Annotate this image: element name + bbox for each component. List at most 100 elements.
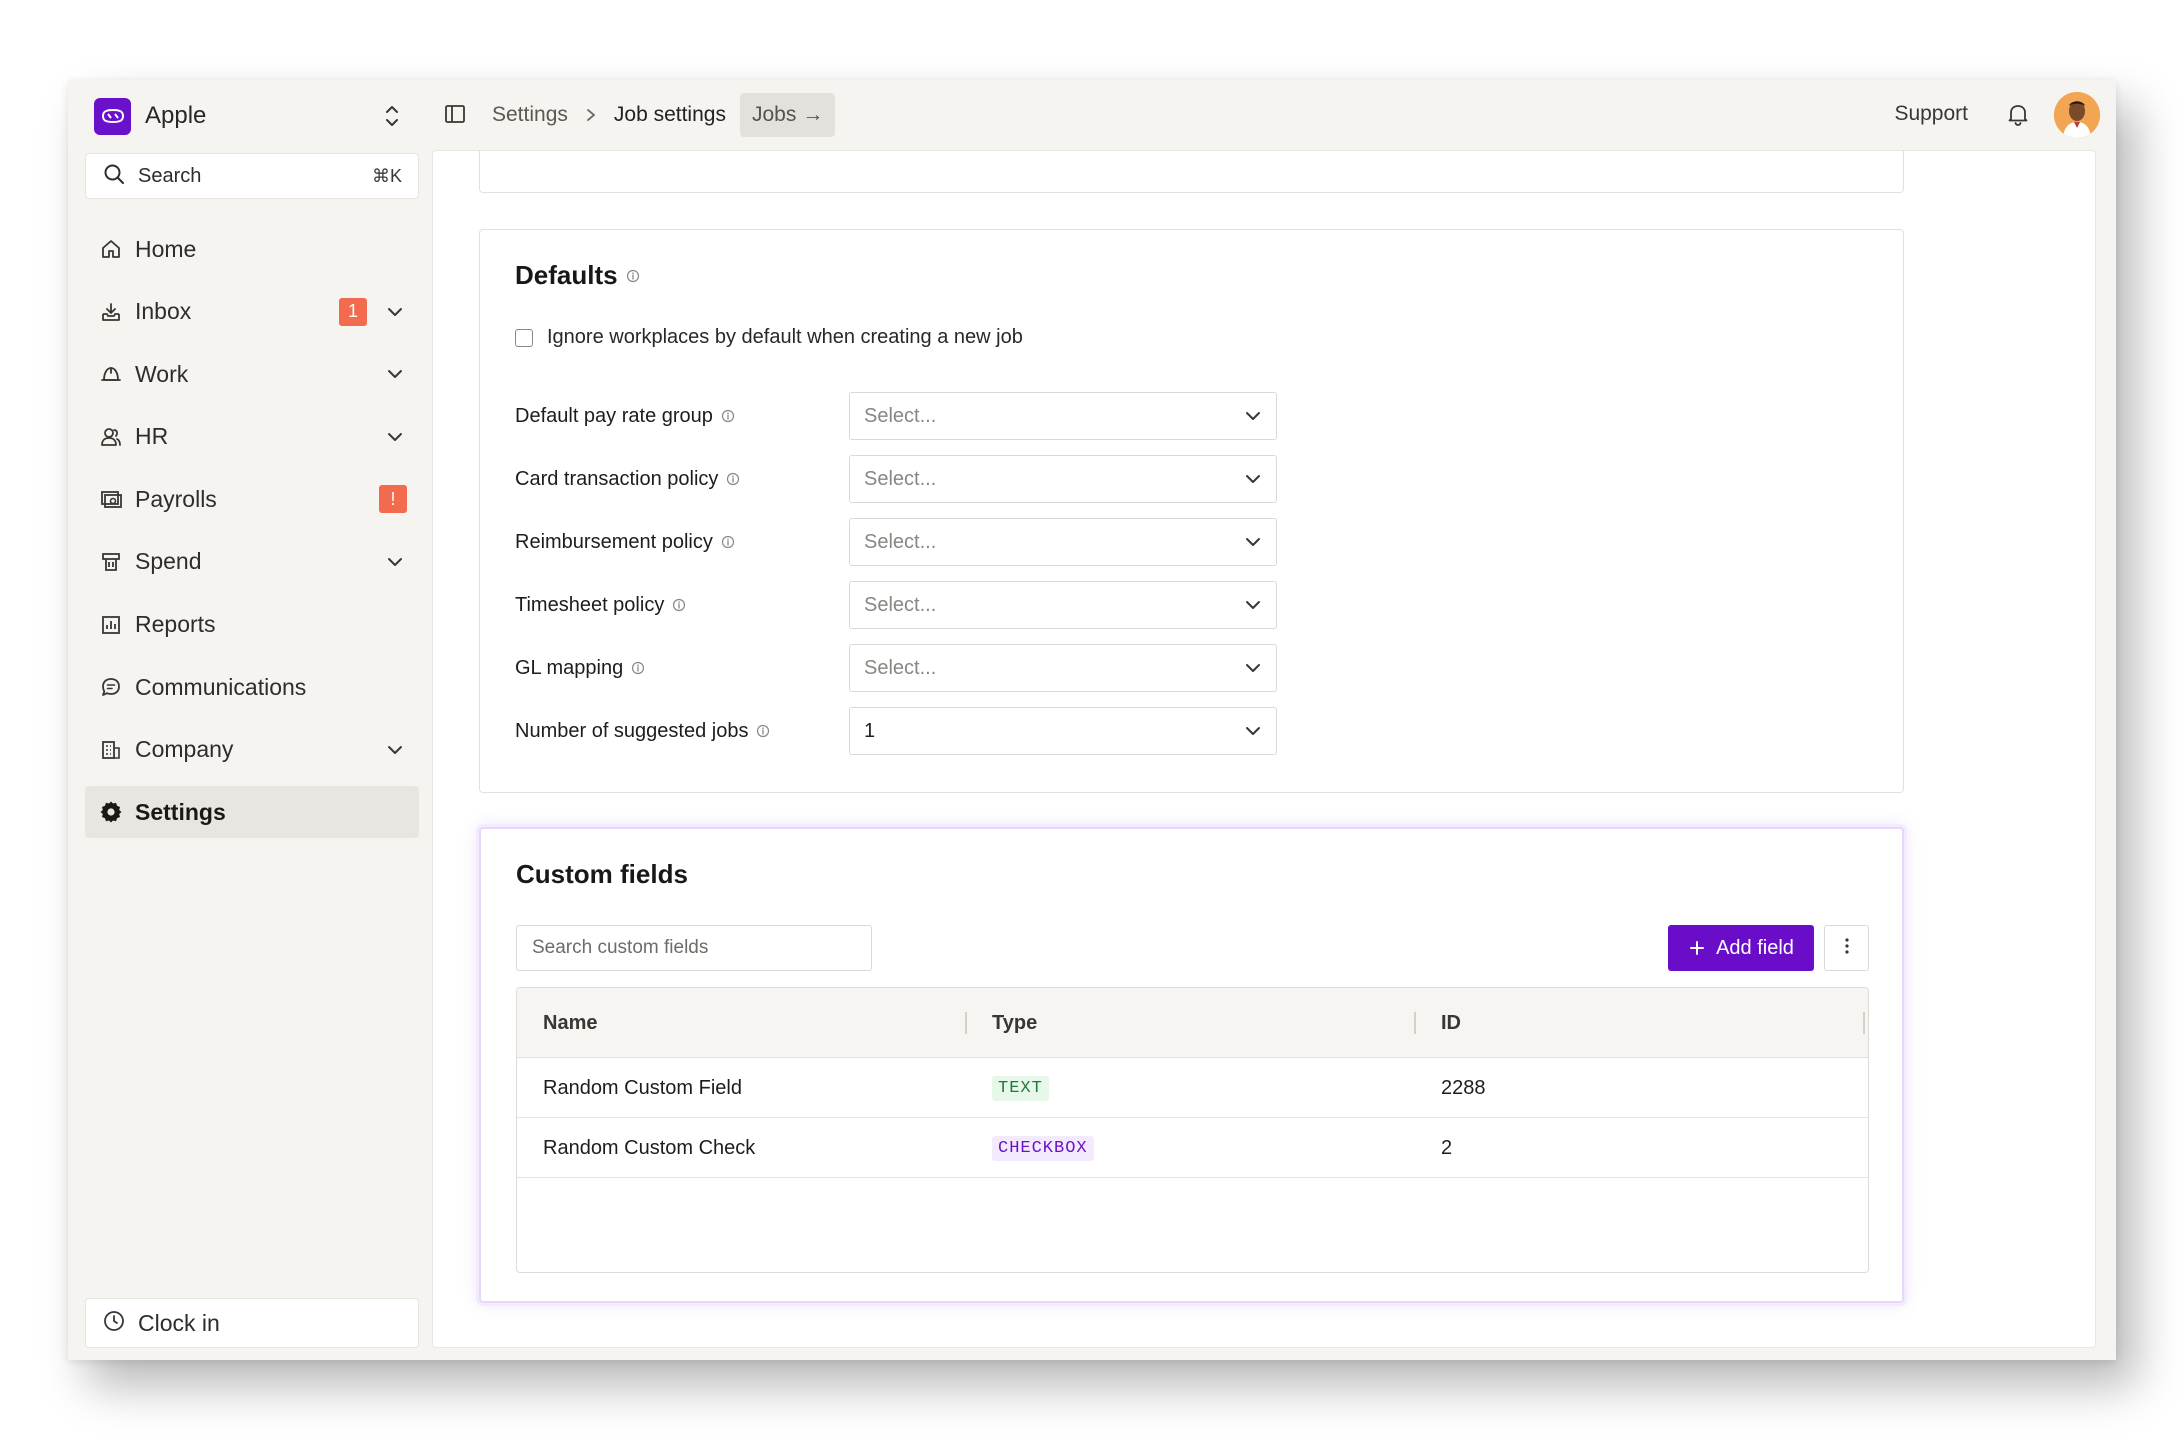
sidebar-item-reports[interactable]: Reports	[85, 599, 419, 651]
sidebar-item-communications[interactable]: Communications	[85, 661, 419, 713]
ignore-workplaces-checkbox[interactable]	[515, 328, 533, 347]
field-label-text: GL mapping	[515, 656, 624, 679]
column-header-type[interactable]: Type	[992, 988, 1037, 1058]
sidebar-item-hr[interactable]: HR	[85, 411, 419, 463]
info-icon[interactable]	[721, 409, 735, 423]
table-row[interactable]: Random Custom Field TEXT 2288	[517, 1058, 1868, 1118]
select-value: Select...	[864, 404, 937, 427]
custom-fields-search-input[interactable]	[516, 925, 872, 971]
field-label: Card transaction policy	[515, 468, 815, 491]
inbox-count-badge: 1	[339, 297, 367, 326]
clock-icon	[102, 1309, 126, 1338]
select-value: Select...	[864, 467, 937, 490]
chevron-up-down-icon[interactable]	[380, 100, 404, 137]
people-icon	[99, 425, 123, 449]
clock-in-label: Clock in	[138, 1309, 220, 1336]
field-label: Reimbursement policy	[515, 531, 815, 554]
search-shortcut: ⌘K	[371, 165, 402, 186]
sidebar-item-label: Work	[135, 360, 189, 387]
chevron-down-icon	[1242, 594, 1264, 622]
spend-icon	[99, 550, 123, 574]
field-label-text: Timesheet policy	[515, 593, 665, 616]
chat-icon	[99, 675, 123, 699]
add-field-label: Add field	[1716, 936, 1794, 959]
chevron-down-icon[interactable]	[383, 550, 407, 574]
column-resize-handle[interactable]	[965, 1012, 967, 1034]
clock-in-button[interactable]: Clock in	[85, 1298, 419, 1348]
main-content: Defaults Ignore workplaces by default wh…	[432, 150, 2096, 1348]
org-switcher[interactable]: Apple	[94, 96, 416, 136]
field-label: Default pay rate group	[515, 405, 815, 428]
cell-name: Random Custom Field	[543, 1076, 742, 1099]
custom-fields-card: Custom fields Add field Name Type ID	[479, 827, 1904, 1303]
sidebar-item-label: Company	[135, 736, 234, 763]
breadcrumb-jobs-link[interactable]: Jobs →	[739, 93, 836, 137]
bell-icon[interactable]	[2004, 100, 2032, 133]
chevron-down-icon[interactable]	[383, 300, 407, 324]
form-row-reimbursement-policy: Reimbursement policy Select...	[515, 518, 1277, 566]
info-icon[interactable]	[626, 269, 640, 283]
field-label-text: Reimbursement policy	[515, 530, 713, 553]
sidebar-toggle-icon[interactable]	[442, 101, 468, 132]
cell-type: TEXT	[992, 1058, 1049, 1118]
chevron-right-icon	[584, 107, 598, 123]
search-label: Search	[138, 164, 202, 187]
arrow-right-icon: →	[802, 103, 824, 126]
chevron-down-icon[interactable]	[383, 362, 407, 386]
breadcrumb-settings[interactable]: Settings	[492, 103, 568, 127]
sidebar-item-payrolls[interactable]: Payrolls !	[85, 473, 419, 525]
select-value: Select...	[864, 530, 937, 553]
add-field-button[interactable]: Add field	[1668, 925, 1814, 971]
sidebar-item-label: Home	[135, 235, 197, 262]
form-row-suggested-jobs: Number of suggested jobs 1	[515, 707, 1277, 755]
sidebar-item-home[interactable]: Home	[85, 223, 419, 275]
info-icon[interactable]	[726, 472, 740, 486]
column-resize-handle[interactable]	[1414, 1012, 1416, 1034]
cell-id: 2288	[1441, 1076, 1486, 1099]
ignore-workplaces-option[interactable]: Ignore workplaces by default when creati…	[515, 326, 1023, 349]
info-icon[interactable]	[631, 661, 645, 675]
field-label-text: Card transaction policy	[515, 467, 719, 490]
info-icon[interactable]	[721, 535, 735, 549]
select-value: Select...	[864, 656, 937, 679]
more-vertical-icon	[1844, 936, 1850, 961]
ignore-workplaces-label: Ignore workplaces by default when creati…	[547, 326, 1023, 348]
column-header-name[interactable]: Name	[543, 988, 597, 1058]
sidebar-item-label: Settings	[135, 798, 226, 825]
custom-fields-title: Custom fields	[516, 859, 688, 889]
field-label: Number of suggested jobs	[515, 720, 815, 743]
building-icon	[99, 738, 123, 762]
more-options-button[interactable]	[1824, 925, 1869, 971]
select-value: 1	[864, 719, 876, 742]
work-icon	[99, 362, 123, 386]
chevron-down-icon[interactable]	[383, 425, 407, 449]
gear-icon	[99, 800, 123, 824]
info-icon[interactable]	[672, 598, 686, 612]
pay-rate-group-select[interactable]: Select...	[849, 392, 1277, 440]
cell-name: Random Custom Check	[543, 1136, 756, 1159]
topbar: Settings Job settings Jobs → Support	[432, 80, 2116, 150]
sidebar-item-company[interactable]: Company	[85, 724, 419, 776]
avatar[interactable]	[2054, 92, 2100, 138]
suggested-jobs-select[interactable]: 1	[849, 707, 1277, 755]
type-tag-checkbox: CHECKBOX	[992, 1135, 1094, 1161]
sidebar-item-inbox[interactable]: Inbox 1	[85, 286, 419, 338]
column-header-id[interactable]: ID	[1441, 988, 1461, 1058]
chevron-down-icon	[1242, 720, 1264, 748]
sidebar-item-settings[interactable]: Settings	[85, 786, 419, 839]
timesheet-policy-select[interactable]: Select...	[849, 581, 1277, 629]
info-icon[interactable]	[756, 724, 770, 738]
column-resize-handle[interactable]	[1863, 1012, 1865, 1034]
gl-mapping-select[interactable]: Select...	[849, 644, 1277, 692]
chevron-down-icon[interactable]	[383, 738, 407, 762]
field-label: Timesheet policy	[515, 594, 815, 617]
sidebar-item-label: Spend	[135, 548, 202, 575]
card-transaction-policy-select[interactable]: Select...	[849, 455, 1277, 503]
sidebar-item-work[interactable]: Work	[85, 348, 419, 400]
sidebar-search[interactable]: Search ⌘K	[85, 153, 419, 199]
table-row[interactable]: Random Custom Check CHECKBOX 2	[517, 1118, 1868, 1178]
chevron-down-icon	[1242, 468, 1264, 496]
reimbursement-policy-select[interactable]: Select...	[849, 518, 1277, 566]
sidebar-item-spend[interactable]: Spend	[85, 536, 419, 588]
support-link[interactable]: Support	[1894, 102, 1968, 126]
